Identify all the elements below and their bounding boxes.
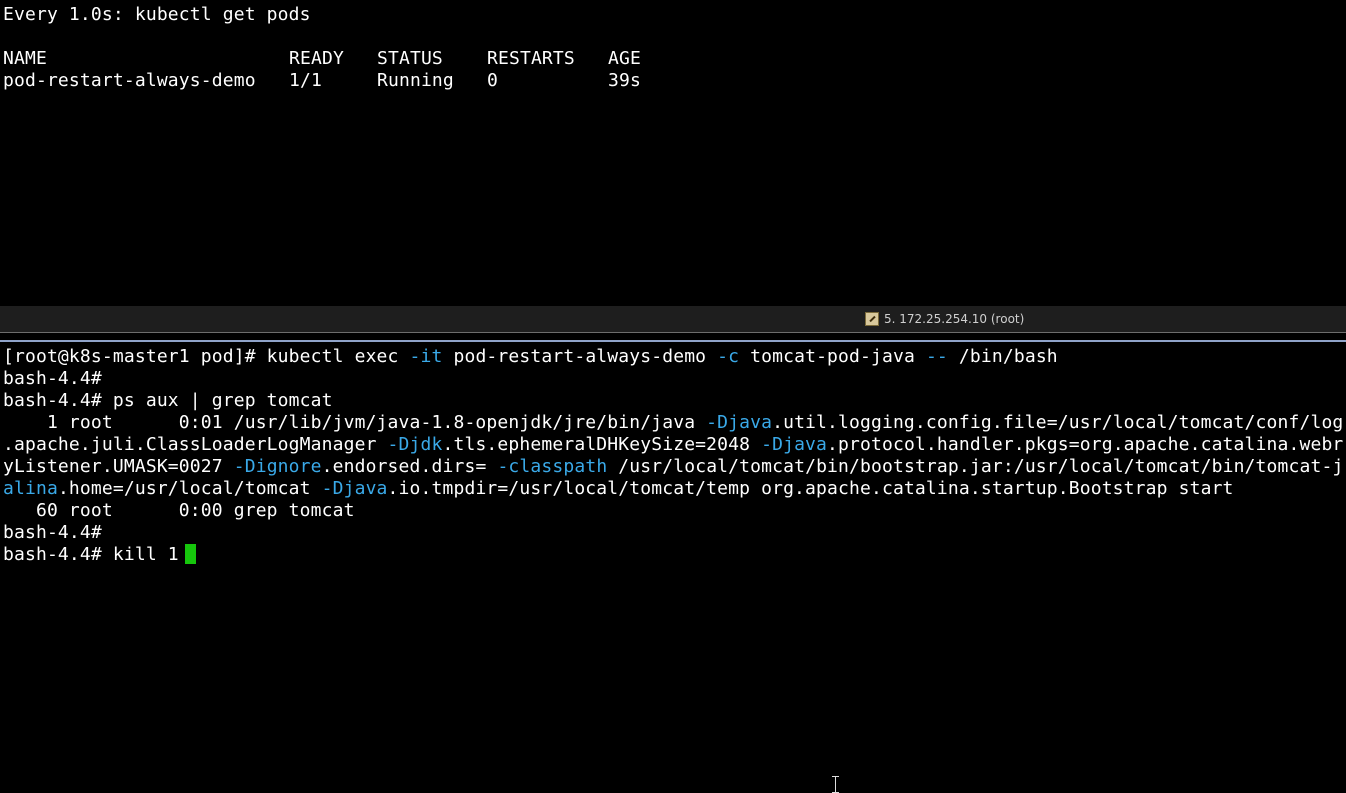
col-header-ready: READY	[289, 48, 344, 69]
watch-pane[interactable]: Every 1.0s: kubectl get pods NAME READY ST…	[0, 0, 1346, 306]
ibeam-cursor-icon	[831, 776, 840, 793]
shell-line: .apache.juli.ClassLoaderLogManager -Djdk…	[3, 434, 1343, 456]
shell-line: 1 root 0:01 /usr/lib/jvm/java-1.8-openjd…	[3, 412, 1343, 434]
line-text: 1 root 0:01 /usr/lib/jvm/java-1.8-openjd…	[3, 412, 707, 433]
pod-age: 39s	[608, 70, 641, 91]
watch-output: Every 1.0s: kubectl get pods NAME READY ST…	[3, 4, 641, 92]
cli-flag: -c	[717, 346, 740, 367]
pod-status: Running	[377, 70, 454, 91]
cli-flag: --	[925, 346, 948, 367]
table-row: pod-restart-always-demo 1/1 Running 0 39s	[3, 70, 641, 92]
line-text: /bin/bash	[947, 346, 1058, 367]
cli-flag: -Djdk	[387, 434, 443, 455]
col-header-status: STATUS	[377, 48, 443, 69]
cli-flag: -Djava	[761, 434, 828, 455]
line-text: pod-restart-always-demo	[442, 346, 718, 367]
pod-ready: 1/1	[289, 70, 322, 91]
cli-flag: -Djava	[321, 478, 388, 499]
shell-line: bash-4.4#	[3, 522, 102, 543]
col-header-age: AGE	[608, 48, 641, 69]
shell-prompt-line[interactable]: bash-4.4# kill 1	[3, 544, 1343, 566]
cli-flag: -classpath	[497, 456, 608, 477]
shell-line: yListener.UMASK=0027 -Dignore.endorsed.d…	[3, 456, 1343, 478]
line-text: .apache.juli.ClassLoaderLogManager	[3, 434, 388, 455]
shell-pane[interactable]: [root@k8s-master1 pod]# kubectl exec -it…	[0, 342, 1346, 793]
line-text: .util.logging.config.file=/usr/local/tom…	[772, 412, 1344, 433]
pod-restarts: 0	[487, 70, 498, 91]
cli-flag: alina	[3, 478, 58, 499]
line-text: .endorsed.dirs=	[321, 456, 498, 477]
shell-output: [root@k8s-master1 pod]# kubectl exec -it…	[3, 346, 1343, 566]
terminal-session-icon	[865, 312, 879, 326]
session-tab[interactable]: 5. 172.25.254.10 (root)	[865, 310, 1024, 328]
watch-header: Every 1.0s: kubectl get pods	[3, 4, 311, 25]
col-header-name: NAME	[3, 48, 47, 69]
line-text: [root@k8s-master1 pod]# kubectl exec	[3, 346, 410, 367]
shell-line: [root@k8s-master1 pod]# kubectl exec -it…	[3, 346, 1343, 368]
line-text: tomcat-pod-java	[739, 346, 926, 367]
shell-line: 60 root 0:00 grep tomcat	[3, 500, 355, 521]
shell-line: bash-4.4# ps aux | grep tomcat	[3, 390, 333, 411]
cli-flag: -Dignore	[233, 456, 322, 477]
line-text: /usr/local/tomcat/bin/bootstrap.jar:/usr…	[607, 456, 1344, 477]
shell-line: alina.home=/usr/local/tomcat -Djava.io.t…	[3, 478, 1343, 500]
col-header-restarts: RESTARTS	[487, 48, 575, 69]
pods-table-header: NAME READY STATUS RESTARTS AGE	[3, 48, 641, 70]
line-text: .io.tmpdir=/usr/local/tomcat/temp org.ap…	[387, 478, 1234, 499]
current-command: bash-4.4# kill 1	[3, 544, 179, 565]
cli-flag: -Djava	[706, 412, 773, 433]
session-divider-bar[interactable]	[0, 306, 1346, 332]
line-text: .protocol.handler.pkgs=org.apache.catali…	[827, 434, 1344, 455]
line-text: .home=/usr/local/tomcat	[57, 478, 322, 499]
text-cursor	[184, 544, 196, 564]
pod-name: pod-restart-always-demo	[3, 70, 256, 91]
session-tab-label: 5. 172.25.254.10 (root)	[884, 312, 1025, 326]
shell-line: bash-4.4#	[3, 368, 102, 389]
line-text: yListener.UMASK=0027	[3, 456, 234, 477]
line-text: .tls.ephemeralDHKeySize=2048	[442, 434, 762, 455]
pane-separator-gap[interactable]	[0, 333, 1346, 340]
cli-flag: -it	[409, 346, 443, 367]
